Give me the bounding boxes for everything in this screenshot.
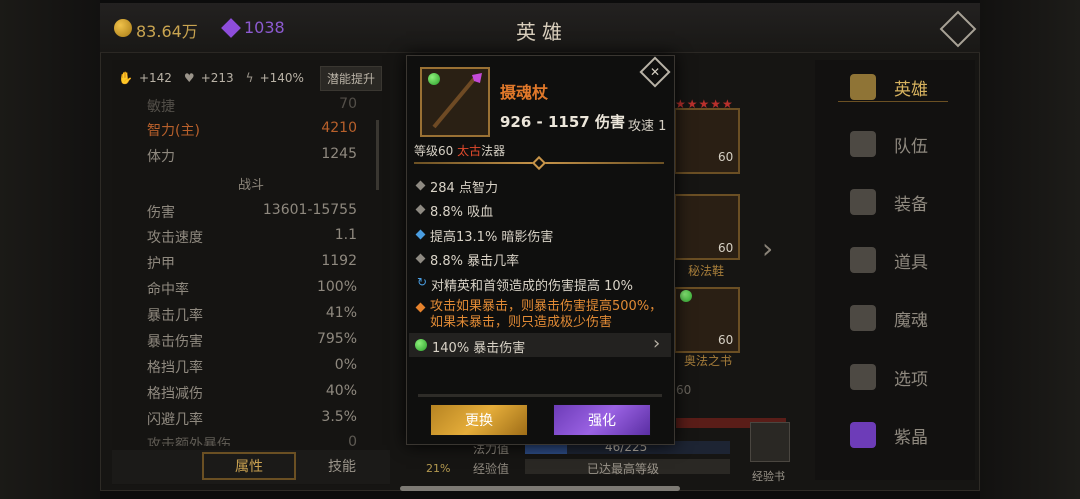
bullet-orange-icon — [415, 302, 426, 313]
progress-percent: 21% — [426, 462, 451, 475]
bullet-icon — [415, 204, 426, 215]
chevron-right-icon[interactable]: › — [762, 232, 773, 265]
item-rarity: 太古 — [457, 144, 482, 158]
gold-amount: 83.64万 — [136, 22, 198, 41]
nav-item-items[interactable]: 道具 — [850, 247, 928, 273]
background-left — [0, 0, 100, 499]
potential-button[interactable]: 潜能提升 — [319, 65, 382, 91]
replace-button[interactable]: 更换 — [430, 404, 528, 436]
nav-item-options[interactable]: 选项 — [850, 364, 928, 390]
gem-bonus-text: 140% 暴击伤害 — [432, 341, 526, 356]
nav-item-team[interactable]: 队伍 — [850, 131, 928, 157]
hero-icon — [850, 74, 876, 100]
stat-row-agility: 敏捷 70 — [147, 96, 357, 115]
item-gem-icon — [428, 73, 440, 85]
window-title: 英雄 — [516, 20, 568, 44]
flame-icon — [850, 305, 876, 331]
bonus-2: +213 — [200, 71, 234, 85]
stat-row-crit-chance: 暴击几率 41% — [147, 305, 357, 324]
exp-book-icon[interactable] — [750, 422, 790, 462]
bullet-icon — [415, 180, 426, 191]
gem-bonus-icon — [415, 339, 427, 351]
exp-label: 经验值 — [473, 462, 510, 476]
nav-item-hero[interactable]: 英雄 — [850, 74, 928, 100]
slot-3-level: 60 — [718, 333, 734, 347]
item-name: 摄魂杖 — [500, 83, 549, 102]
stats-scrollbar[interactable] — [376, 120, 379, 190]
tooltip-scrollbar[interactable] — [418, 394, 662, 397]
stat-row-extra-crit: 攻击额外暴伤 0 — [147, 434, 357, 446]
nav-item-amethyst[interactable]: 紫晶 — [850, 422, 928, 448]
attribute-shadow-damage: 提高13.1% 暗影伤害 — [415, 226, 553, 245]
slot-1-level: 60 — [718, 150, 734, 164]
slot-3-gem-icon — [680, 290, 692, 302]
gear-icon — [850, 364, 876, 390]
bullet-blue-icon — [415, 229, 426, 240]
tab-attributes[interactable]: 属性 — [202, 452, 296, 480]
equip-slot-1[interactable] — [674, 108, 740, 174]
item-level-line: 等级60 太古法器 — [414, 144, 506, 158]
gold-coin-icon — [114, 19, 132, 37]
stat-row-armor: 护甲 1192 — [147, 253, 357, 272]
crystal-icon — [850, 422, 876, 448]
attribute-crit-chance: 8.8% 暴击几率 — [415, 250, 519, 269]
attribute-intelligence: 284 点智力 — [415, 177, 498, 196]
stat-row-block-reduction: 格挡减伤 40% — [147, 383, 357, 402]
stat-row-damage: 伤害 13601-15755 — [147, 202, 357, 221]
exp-value: 已达最高等级 — [587, 462, 660, 476]
bonus-3: +140% — [259, 71, 304, 85]
bonus-1: +142 — [138, 71, 172, 85]
stat-row-intelligence: 智力(主) 4210 — [147, 120, 357, 139]
stat-row-vitality: 体力 1245 — [147, 146, 357, 165]
nav-item-soul[interactable]: 魔魂 — [850, 305, 928, 331]
chevron-right-icon[interactable]: › — [653, 333, 660, 354]
slot-2-name: 秘法鞋 — [688, 264, 725, 278]
reroll-icon: ↻ — [417, 275, 428, 289]
bullet-icon — [415, 253, 426, 264]
tab-skills[interactable]: 技能 — [306, 456, 378, 476]
lightning-icon: ϟ — [245, 71, 254, 85]
hand-icon: ✋ — [118, 71, 133, 85]
stat-row-block-chance: 格挡几率 0% — [147, 357, 357, 376]
attribute-elite-damage: ↻ 对精英和首领造成的伤害提高 10% — [417, 275, 634, 294]
item-attack-speed: 攻速 1 — [628, 119, 667, 134]
legendary-effect: 攻击如果暴击，则暴击伤害提高500%， 如果未暴击，则只造成极少伤害 — [415, 299, 662, 331]
upgrade-button[interactable]: 强化 — [553, 404, 651, 436]
stat-row-hit-rate: 命中率 100% — [147, 279, 357, 298]
stat-row-dodge: 闪避几率 3.5% — [147, 409, 357, 428]
bag-icon — [850, 247, 876, 273]
heart-icon: ♥ — [183, 71, 195, 85]
flag-icon — [850, 131, 876, 157]
slot-2-level: 60 — [718, 241, 734, 255]
helmet-icon — [850, 189, 876, 215]
exp-book-label: 经验书 — [752, 470, 785, 483]
background-right — [980, 0, 1080, 499]
stat-row-attack-speed: 攻击速度 1.1 — [147, 227, 357, 246]
stat-row-crit-damage: 暴击伤害 795% — [147, 331, 357, 350]
combat-section-title: 战斗 — [237, 178, 264, 193]
attribute-lifesteal: 8.8% 吸血 — [415, 201, 493, 220]
gem-amount: 1038 — [244, 18, 285, 37]
slot-3-name: 奥法之书 — [684, 354, 733, 368]
home-indicator — [400, 486, 680, 491]
item-damage: 926 - 1157 伤害 — [500, 113, 625, 131]
nav-item-equipment[interactable]: 装备 — [850, 189, 928, 215]
partial-number: 60 — [676, 383, 692, 397]
